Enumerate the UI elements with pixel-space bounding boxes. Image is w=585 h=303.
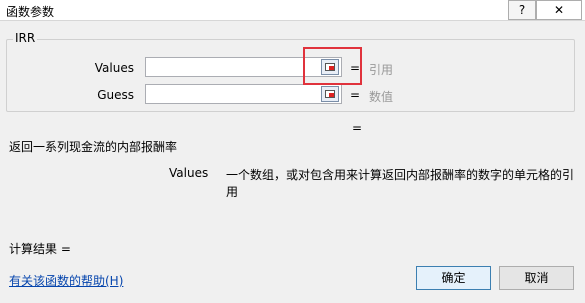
function-description: 返回一系列现金流的内部报酬率 (9, 140, 178, 154)
function-help-link[interactable]: 有关该函数的帮助(H) (9, 272, 123, 289)
help-button[interactable]: ? (508, 0, 536, 20)
function-name: IRR (13, 31, 38, 45)
title-bar: 函数参数 ? ✕ (0, 0, 585, 21)
function-result-equals: = (352, 121, 363, 135)
argument-name: Values (169, 166, 209, 180)
dialog-title: 函数参数 (6, 5, 55, 19)
calculation-result: 计算结果 = (9, 242, 71, 256)
guess-label: Guess (97, 88, 134, 102)
collapse-dialog-icon[interactable] (321, 86, 339, 102)
cancel-button[interactable]: 取消 (499, 266, 574, 290)
guess-result: 数值 (369, 90, 394, 104)
argument-description: 一个数组，或对包含用来计算返回内部报酬率的数字的单元格的引用 (226, 168, 575, 199)
close-button[interactable]: ✕ (536, 0, 582, 20)
highlight-box (303, 47, 362, 85)
ok-button[interactable]: 确定 (416, 266, 491, 290)
values-result: 引用 (369, 63, 394, 77)
guess-equals: = (350, 88, 361, 102)
guess-input[interactable] (145, 84, 342, 104)
values-label: Values (94, 61, 134, 75)
